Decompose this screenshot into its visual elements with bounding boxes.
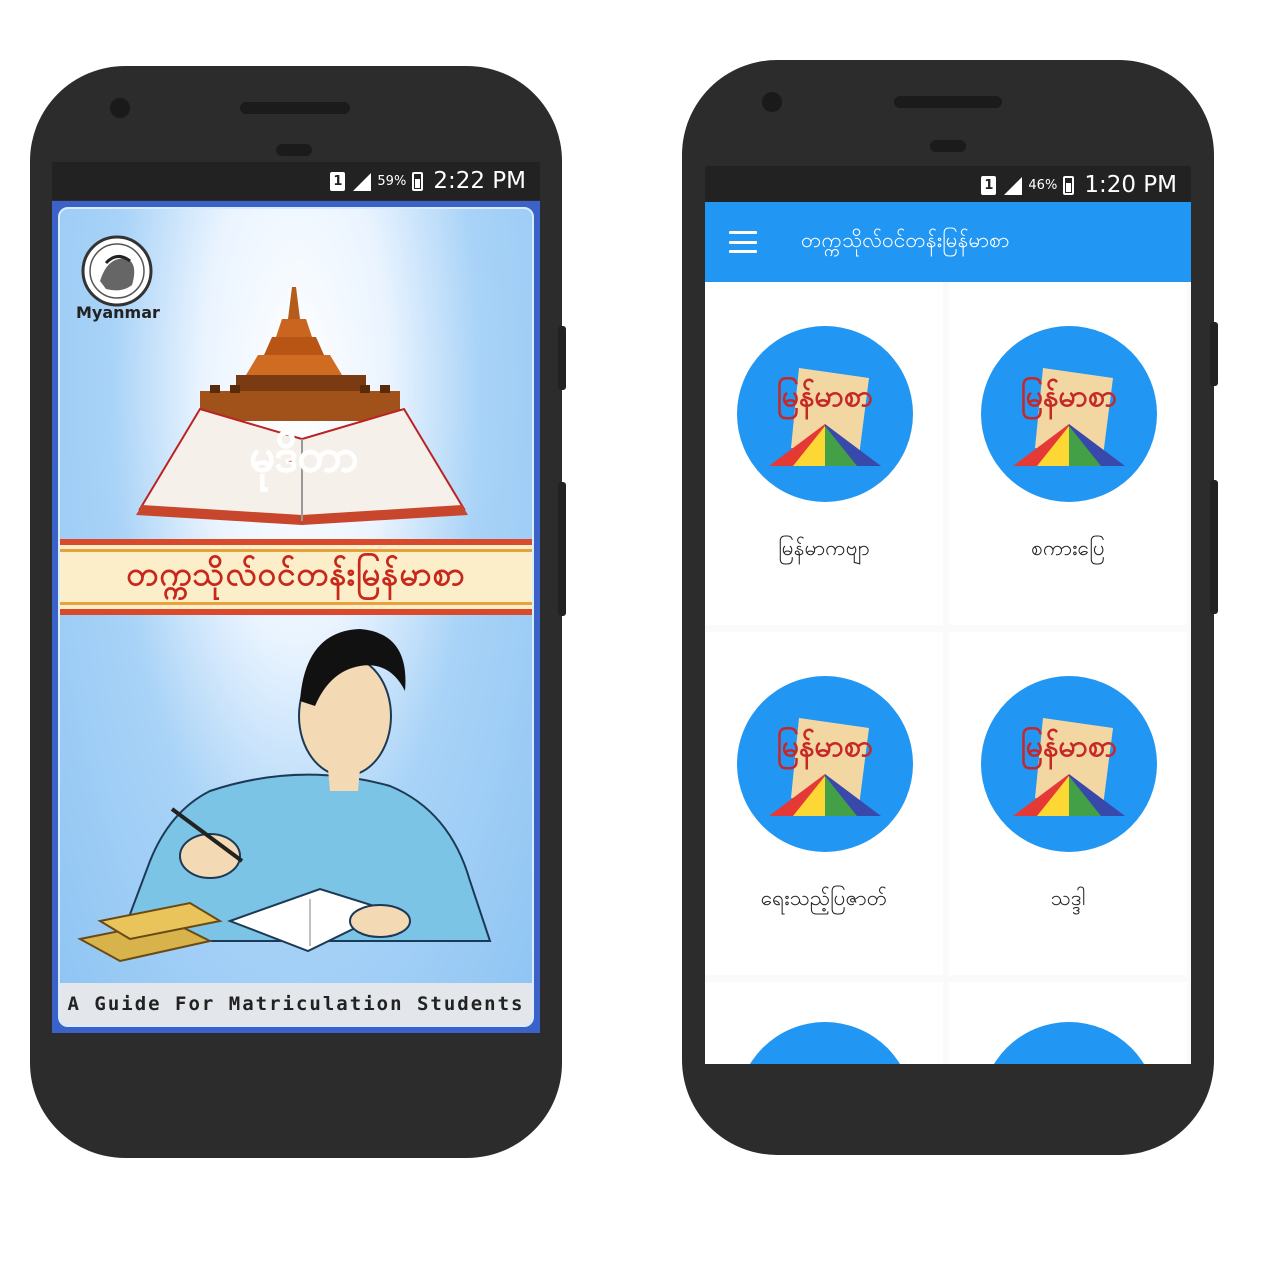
grid-item-label: စကားပြေ	[1031, 536, 1105, 560]
guide-subtitle: A Guide For Matriculation Students	[60, 983, 532, 1025]
power-button	[1210, 480, 1218, 614]
phone-right: 1 46% 1:20 PM တက္ကသိုလ်ဝင်တန်းမြန်မာစာ မ…	[682, 60, 1218, 1155]
splash-header: Myanmar မုဒိတာ	[60, 209, 532, 534]
book-logo-icon: မြန်မာစာ	[981, 326, 1157, 502]
signal-icon	[353, 172, 372, 191]
sim-icon: 1	[330, 171, 346, 191]
battery-percent: 46%	[1028, 177, 1058, 193]
status-bar: 1 46% 1:20 PM	[705, 166, 1191, 204]
book-logo-icon: မြန်မာစာ	[737, 326, 913, 502]
proximity-sensor	[276, 144, 312, 156]
phone-left: 1 59% 2:22 PM Myanmar မုဒိတာ တက္ကသိုလ်ဝင…	[30, 66, 566, 1158]
splash-screen: Myanmar မုဒိတာ တက္ကသိုလ်ဝင်တန်းမြန်မာစာ …	[52, 201, 540, 1033]
grid-item-poetry[interactable]: မြန်မာစာ မြန်မာကဗျာ	[705, 282, 943, 625]
front-camera	[762, 92, 782, 112]
grid-item-partial[interactable]	[705, 982, 943, 1064]
palace-book-illustration: မုဒိတာ	[136, 287, 468, 525]
book-logo-icon: မြန်မာစာ	[737, 676, 913, 852]
volume-button	[558, 326, 566, 390]
grid-item-grammar[interactable]: မြန်မာစာ သဒ္ဒါ	[949, 632, 1187, 975]
volume-button	[1210, 322, 1218, 386]
status-bar: 1 59% 2:22 PM	[52, 162, 540, 200]
grid-item-label: ရေးသည့်ပြဇာတ်	[760, 886, 888, 910]
battery-icon	[412, 171, 424, 191]
hamburger-menu-icon[interactable]	[729, 231, 757, 253]
student-illustration	[77, 629, 492, 963]
grid-item-drama[interactable]: မြန်မာစာ ရေးသည့်ပြဇာတ်	[705, 632, 943, 975]
app-title: တက္ကသိုလ်ဝင်တန်းမြန်မာစာ	[801, 227, 1010, 252]
title-banner: တက္ကသိုလ်ဝင်တန်းမြန်မာစာ	[60, 539, 532, 615]
banner-title: တက္ကသိုလ်ဝင်တန်းမြန်မာစာ	[126, 553, 466, 593]
grid-item-prose[interactable]: မြန်မာစာ စကားပြေ	[949, 282, 1187, 625]
grid-item-label: သဒ္ဒါ	[1050, 886, 1086, 910]
app-screen: တက္ကသိုလ်ဝင်တန်းမြန်မာစာ မြန်မာစာ မြန်မာ…	[705, 202, 1191, 1064]
battery-icon	[1063, 175, 1075, 195]
front-camera	[110, 98, 130, 118]
book-logo-icon	[981, 1022, 1157, 1064]
sim-icon: 1	[981, 175, 997, 195]
earpiece-speaker	[894, 96, 1002, 108]
grid-item-label: မြန်မာကဗျာ	[778, 536, 870, 560]
splash-card: Myanmar မုဒိတာ တက္ကသိုလ်ဝင်တန်းမြန်မာစာ …	[58, 207, 534, 1027]
signal-icon	[1004, 176, 1023, 195]
proximity-sensor	[930, 140, 966, 152]
book-logo-icon	[737, 1022, 913, 1064]
app-bar: တက္ကသိုလ်ဝင်တန်းမြန်မာစာ	[705, 202, 1191, 282]
battery-percent: 59%	[377, 173, 407, 189]
clock: 2:22 PM	[433, 168, 526, 194]
earpiece-speaker	[240, 102, 350, 114]
grid-item-partial[interactable]	[949, 982, 1187, 1064]
book-logo-icon: မြန်မာစာ	[981, 676, 1157, 852]
clock: 1:20 PM	[1084, 172, 1177, 198]
power-button	[558, 482, 566, 616]
